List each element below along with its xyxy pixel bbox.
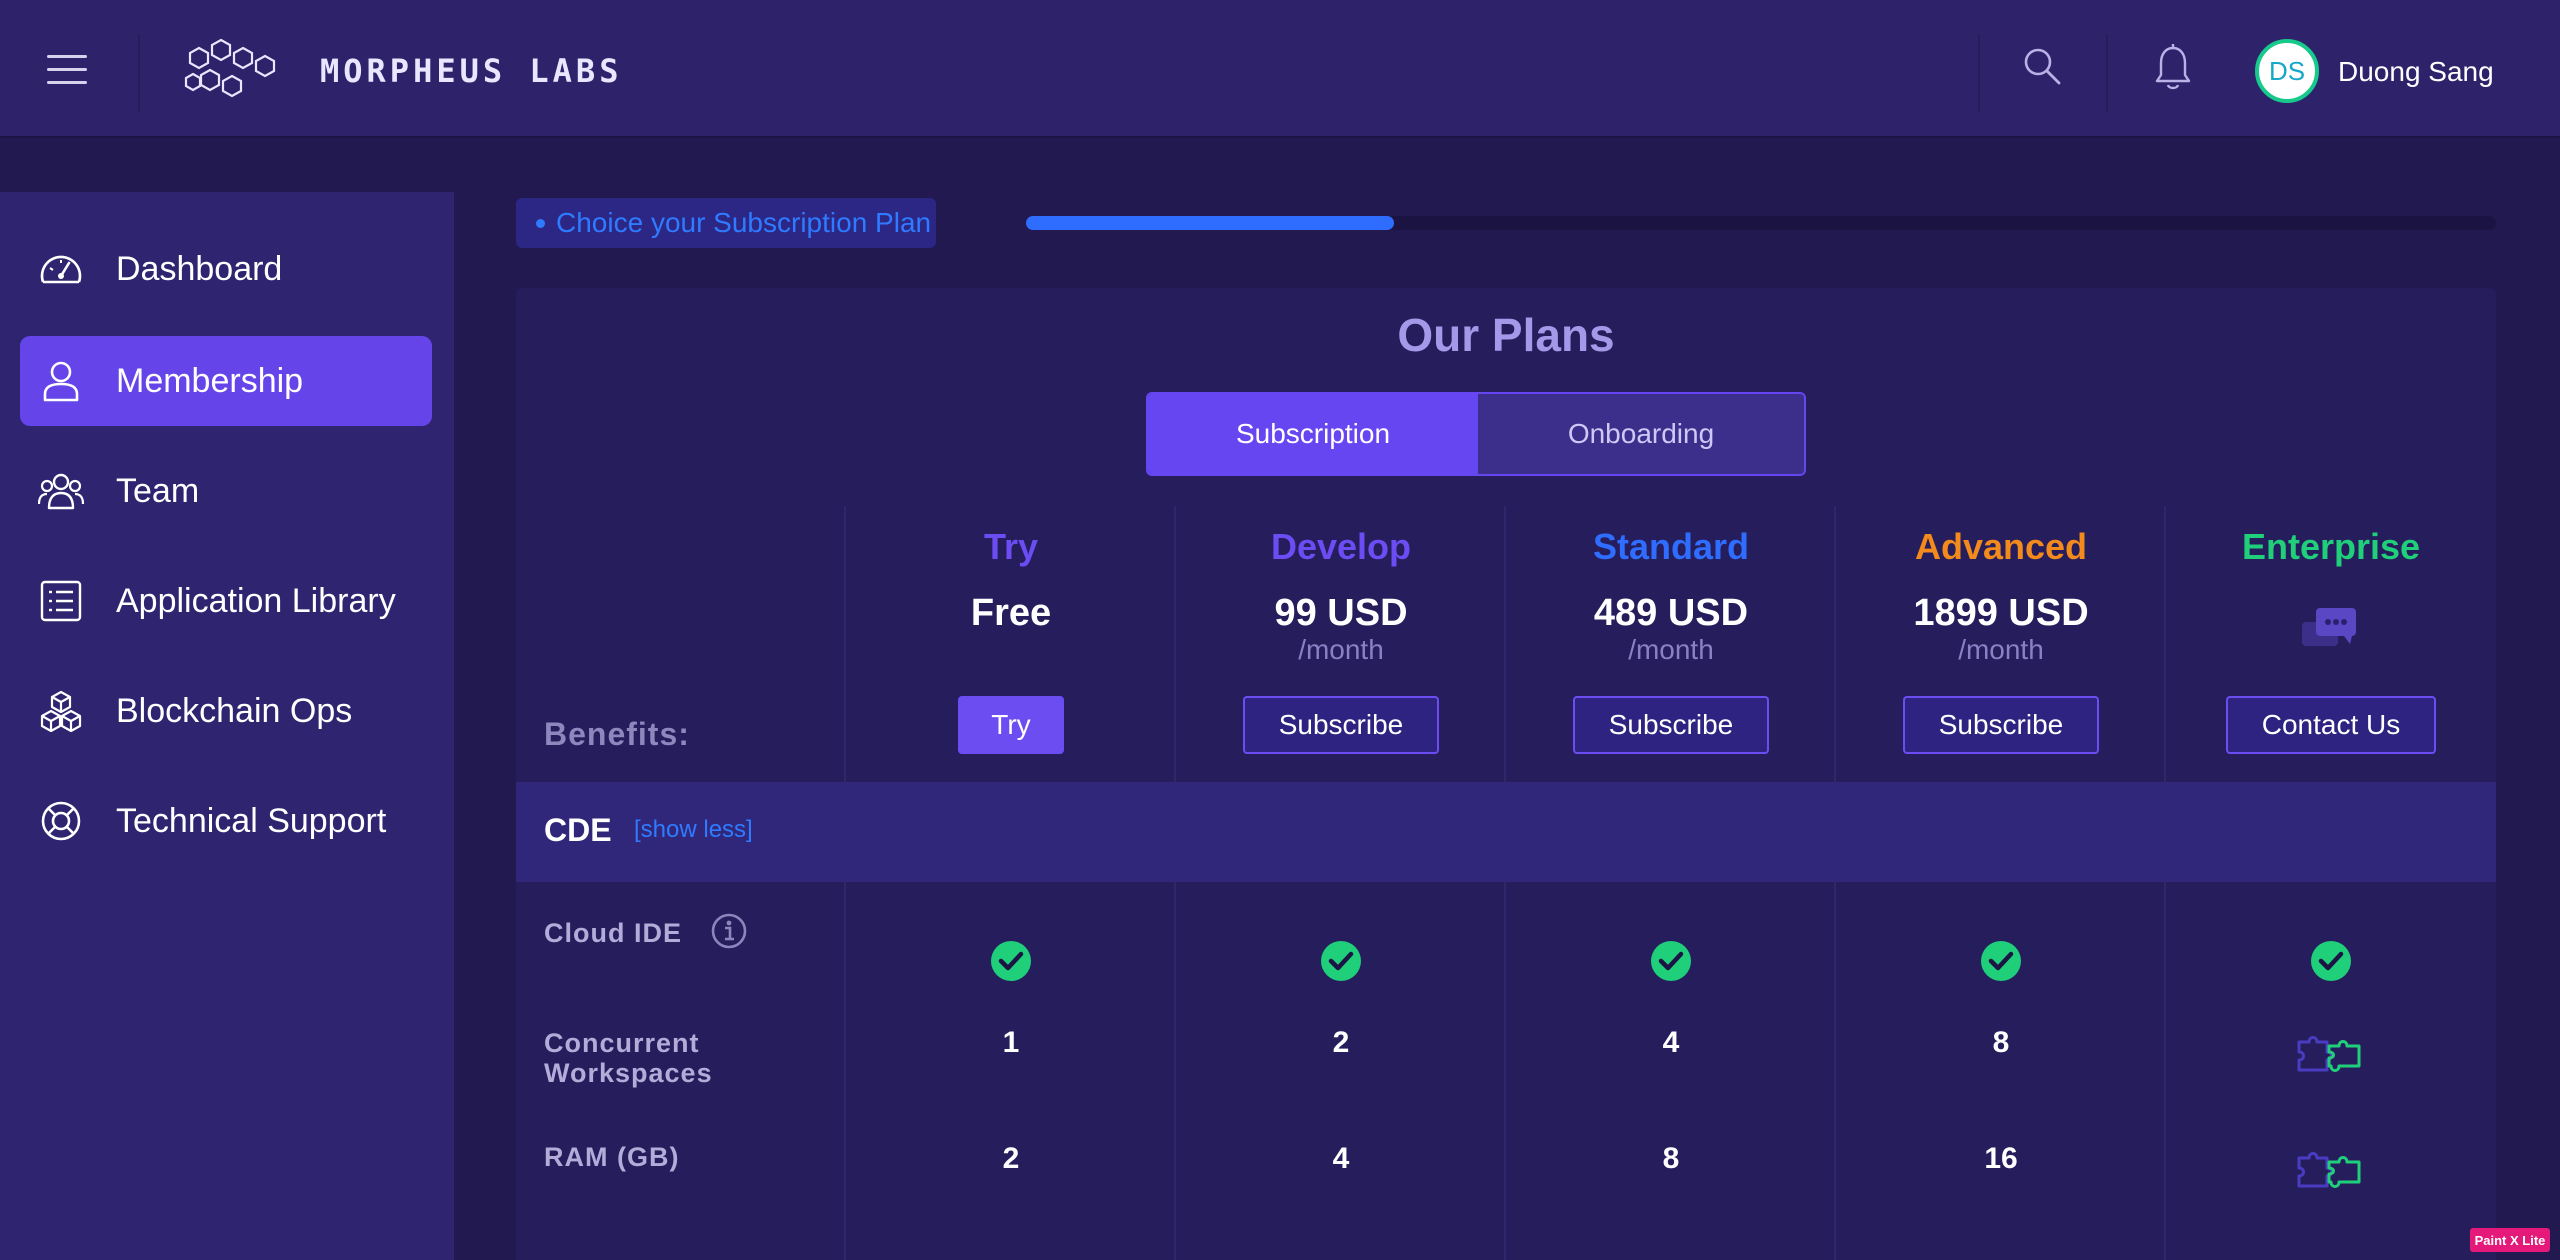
sidebar-item-label: Application Library (116, 581, 396, 620)
section-title: CDE (544, 812, 612, 848)
header-divider (1978, 34, 1980, 112)
info-icon[interactable] (710, 912, 748, 950)
hamburger-menu-icon[interactable] (47, 55, 87, 85)
header-divider (138, 34, 140, 112)
sidebar-item-dashboard[interactable]: Dashboard (20, 224, 432, 314)
puzzle-pieces-icon (2297, 1036, 2361, 1072)
speedometer-icon (40, 255, 82, 284)
cell-value: 8 (1662, 1142, 1680, 1175)
cell-value: 4 (1332, 1142, 1350, 1175)
subscribe-advanced-button[interactable]: Subscribe (1903, 696, 2099, 754)
user-name[interactable]: Duong Sang (2338, 56, 2494, 88)
sidebar-item-label: Team (116, 471, 200, 510)
subscribe-develop-button[interactable]: Subscribe (1243, 696, 1439, 754)
contact-us-button[interactable]: Contact Us (2226, 696, 2436, 754)
plan-price: Free (970, 592, 1052, 634)
plan-price: 99 USD (1274, 592, 1408, 634)
row-label-concurrent-workspaces: Concurrent Workspaces (544, 1028, 713, 1088)
row-label-cloud-ide: Cloud IDE (544, 918, 682, 948)
lifebuoy-icon (41, 801, 81, 841)
sidebar-item-label: Membership (116, 361, 304, 400)
tab-subscription[interactable]: Subscription (1148, 394, 1478, 474)
watermark-badge: Paint X Lite (2470, 1228, 2550, 1252)
cell-value: 16 (1984, 1142, 2018, 1175)
step-indicator: Choice your Subscription Plan (516, 198, 936, 248)
page-title: Our Plans (1397, 309, 1615, 361)
sidebar-item-label: Dashboard (116, 249, 283, 288)
plan-name-try: Try (983, 526, 1039, 567)
benefits-label: Benefits: (544, 716, 690, 752)
section-header-cde: CDE [show less] (516, 782, 2496, 882)
check-circle-icon (1651, 941, 1691, 981)
list-icon (40, 580, 82, 622)
row-label-ram: RAM (GB) (544, 1142, 680, 1172)
plan-price: 1899 USD (1913, 592, 2089, 634)
plan-period: /month (1628, 634, 1714, 665)
morpheus-labs-logo-icon[interactable] (181, 38, 291, 102)
plan-name-advanced: Advanced (1914, 526, 2088, 567)
cell-value: 2 (1332, 1026, 1350, 1059)
sidebar-item-technical-support[interactable]: Technical Support (20, 776, 432, 866)
progress-bar (1026, 216, 2496, 230)
bell-icon[interactable] (2153, 44, 2193, 94)
check-circle-icon (1321, 941, 1361, 981)
cell-value: 2 (1002, 1142, 1020, 1175)
avatar[interactable]: DS (2255, 39, 2319, 103)
show-less-link[interactable]: [show less] (634, 816, 753, 844)
subscribe-standard-button[interactable]: Subscribe (1573, 696, 1769, 754)
plan-name-standard: Standard (1592, 526, 1750, 567)
search-icon[interactable] (2022, 46, 2062, 86)
chat-bubbles-icon (2302, 608, 2356, 646)
step-label: Choice your Subscription Plan (556, 207, 932, 238)
check-circle-icon (2311, 941, 2351, 981)
plans-card: Our Plans Subscription Onboarding Try Fr… (516, 288, 2496, 1260)
logo-text: MORPHEUS LABS (320, 52, 623, 90)
cubes-icon (40, 690, 82, 732)
plan-period: /month (1298, 634, 1384, 665)
plan-name-enterprise: Enterprise (2241, 526, 2421, 567)
header-divider (2106, 34, 2108, 112)
sidebar-item-team[interactable]: Team (20, 446, 432, 536)
check-circle-icon (991, 941, 1031, 981)
progress-bar-fill (1026, 216, 1394, 230)
sidebar-item-membership[interactable]: Membership (20, 336, 432, 426)
sidebar: Dashboard Membership Team Application Li… (0, 192, 454, 1260)
plan-period: /month (1958, 634, 2044, 665)
sidebar-item-blockchain-ops[interactable]: Blockchain Ops (20, 666, 432, 756)
sidebar-item-application-library[interactable]: Application Library (20, 556, 432, 646)
team-icon (38, 473, 84, 510)
sidebar-item-label: Blockchain Ops (116, 691, 353, 730)
plan-name-develop: Develop (1270, 526, 1412, 567)
user-icon (43, 361, 79, 402)
plan-price: 489 USD (1593, 592, 1749, 634)
plan-type-toggle: Subscription Onboarding (1146, 392, 1806, 476)
top-header: MORPHEUS LABS DS Duong Sang (0, 0, 2560, 136)
cell-value: 1 (1002, 1026, 1020, 1059)
sidebar-item-label: Technical Support (116, 801, 387, 840)
check-circle-icon (1981, 941, 2021, 981)
tab-onboarding[interactable]: Onboarding (1478, 394, 1804, 474)
try-button[interactable]: Try (958, 696, 1064, 754)
cell-value: 8 (1992, 1026, 2010, 1059)
puzzle-pieces-icon (2297, 1152, 2361, 1188)
step-bullet-icon (536, 219, 545, 228)
cell-value: 4 (1662, 1026, 1680, 1059)
